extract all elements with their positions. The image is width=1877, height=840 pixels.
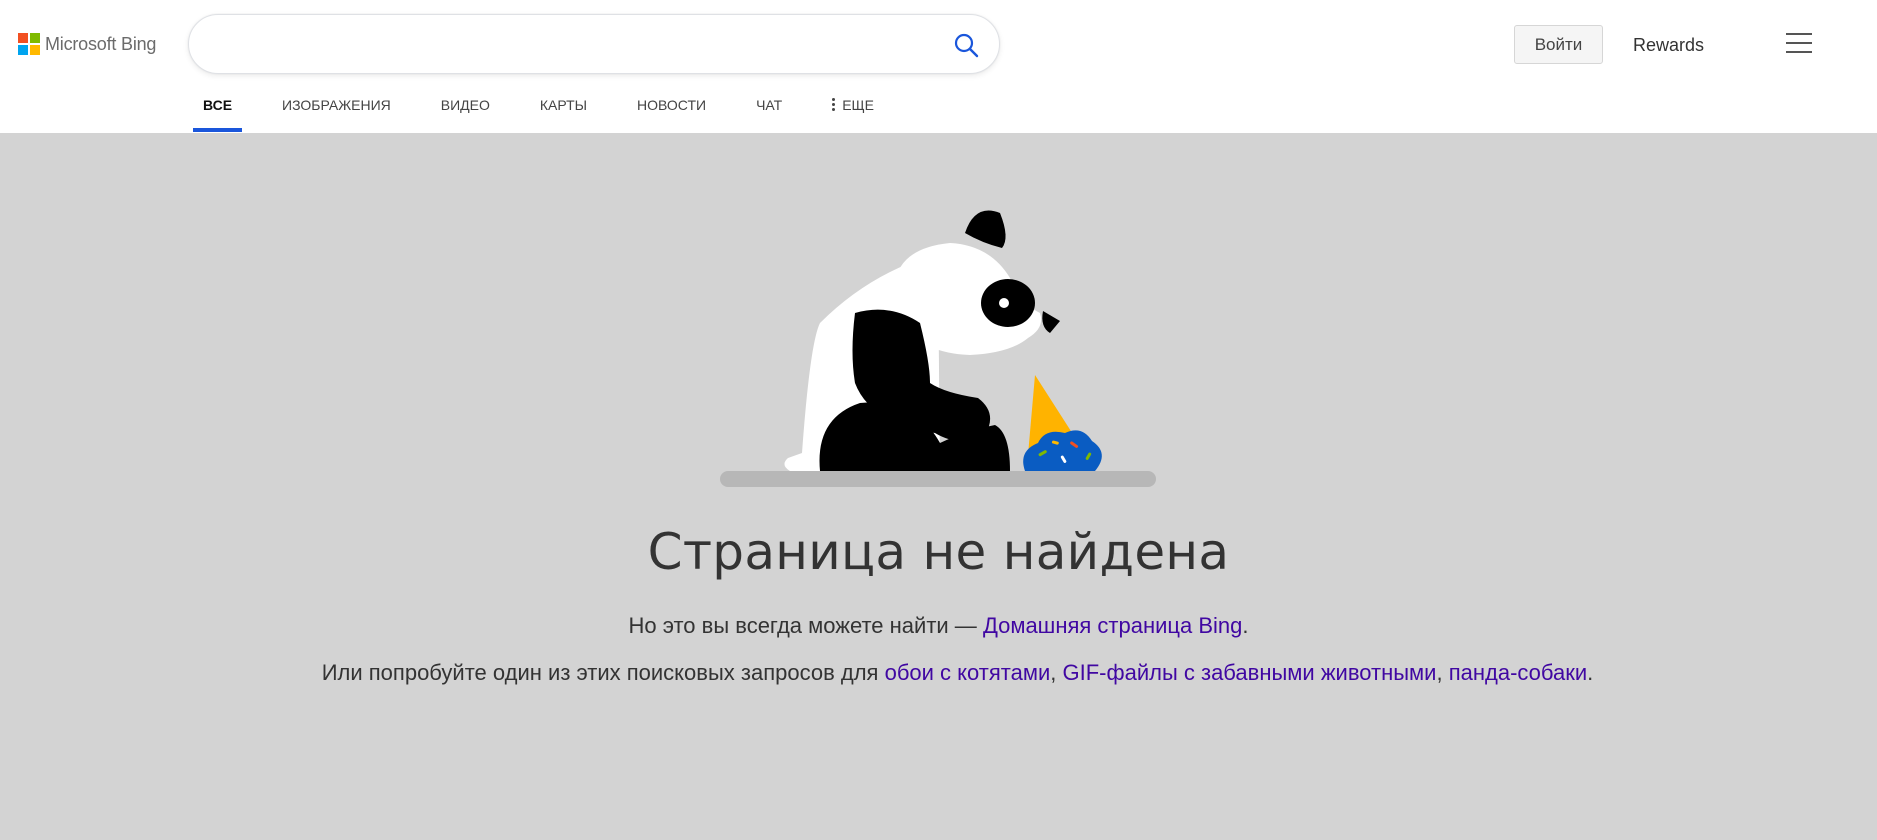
tab-label: Все — [203, 97, 233, 113]
page-title: Страница не найдена — [647, 523, 1230, 581]
bing-logo[interactable]: Microsoft Bing — [18, 31, 156, 57]
line1-suffix: . — [1242, 613, 1249, 638]
tab-videos[interactable]: Видео — [441, 96, 490, 133]
line2-prefix: Или попробуйте один из этих поисковых за… — [321, 660, 885, 685]
tab-chat[interactable]: Чат — [756, 96, 782, 133]
line2-suffix: . — [1587, 660, 1594, 685]
tab-maps[interactable]: Карты — [540, 96, 587, 133]
tab-more[interactable]: Еще — [832, 96, 874, 133]
hamburger-menu-icon[interactable] — [1786, 33, 1812, 53]
search-input[interactable] — [215, 25, 915, 65]
signin-button[interactable]: Войти — [1514, 25, 1603, 64]
separator: , — [1436, 660, 1449, 685]
tab-images[interactable]: Изображения — [282, 96, 391, 133]
search-box — [188, 14, 1000, 74]
microsoft-logo-icon — [18, 33, 40, 55]
suggestion-link[interactable]: панда-собаки — [1449, 660, 1587, 685]
error-page: Страница не найдена Но это вы всегда мож… — [0, 133, 1877, 840]
search-suggestions-text: Или попробуйте один из этих поисковых за… — [0, 660, 1877, 686]
logo-text: Microsoft Bing — [45, 33, 157, 54]
tab-news[interactable]: Новости — [637, 96, 706, 133]
separator: , — [1050, 660, 1063, 685]
tab-all[interactable]: Все — [192, 96, 243, 133]
home-suggestion-text: Но это вы всегда можете найти — Домашняя… — [0, 613, 1877, 639]
tab-label: Еще — [842, 97, 875, 113]
vertical-dots-icon — [832, 98, 836, 112]
tab-label: Видео — [440, 97, 490, 113]
search-icon[interactable] — [953, 32, 979, 58]
header: Microsoft Bing Войти Rewards Все Изображ… — [0, 0, 1877, 133]
suggestion-link[interactable]: обои с котятами — [885, 660, 1051, 685]
suggestion-link[interactable]: GIF-файлы с забавными животными — [1063, 660, 1437, 685]
rewards-link[interactable]: Rewards — [1633, 35, 1704, 56]
tab-label: Карты — [539, 97, 588, 113]
tab-label: Изображения — [282, 97, 391, 113]
line1-prefix: Но это вы всегда можете найти — — [628, 613, 983, 638]
bing-home-link[interactable]: Домашняя страница Bing — [983, 613, 1242, 638]
sad-panda-illustration — [720, 210, 1156, 487]
nav-tabs: Все Изображения Видео Карты Новости Чат … — [192, 96, 924, 133]
tab-label: Чат — [756, 97, 783, 113]
tab-label: Новости — [637, 97, 707, 113]
